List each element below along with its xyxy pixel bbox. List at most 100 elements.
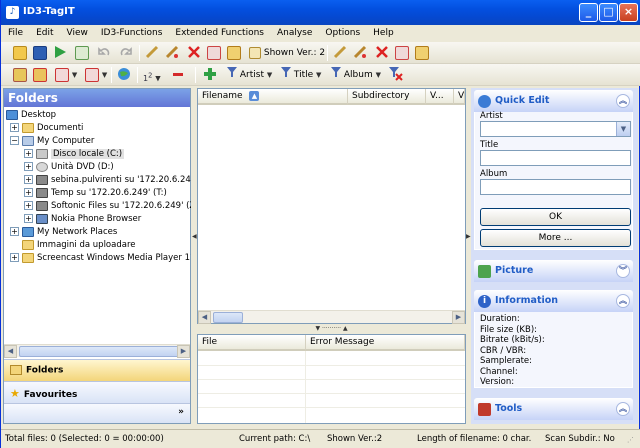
globe-icon[interactable]: [117, 67, 131, 83]
tools-icon: [478, 403, 491, 416]
tree-item-immagini[interactable]: Immagini da uploadare: [22, 239, 136, 252]
horizontal-splitter[interactable]: ▼ ·········· ▲: [197, 324, 466, 334]
tree-item-softonic-drive[interactable]: + Softonic Files su '172.20.6.249' (Z:): [24, 200, 201, 213]
column-version[interactable]: V...: [426, 89, 454, 105]
menu-help[interactable]: Help: [366, 25, 400, 42]
rename-icon[interactable]: [13, 67, 27, 83]
copy-tag-2-icon[interactable]: [395, 45, 409, 61]
sort-files-icon[interactable]: ▼: [85, 67, 107, 83]
tree-item-dvd[interactable]: + Unità DVD (D:): [24, 161, 114, 174]
column-filename[interactable]: Filename ▲: [198, 89, 348, 105]
expand-icon[interactable]: +: [24, 214, 33, 223]
undo-icon[interactable]: [97, 45, 111, 61]
album-input[interactable]: [480, 179, 631, 195]
expand-icon[interactable]: +: [24, 201, 33, 210]
open-folder-icon[interactable]: [13, 45, 27, 61]
tree-item-disco-locale[interactable]: + Disco locale (C:): [24, 148, 125, 161]
menu-id3-functions[interactable]: ID3-Functions: [94, 25, 169, 42]
redo-icon[interactable]: [119, 45, 133, 61]
edit-tag-2b-icon[interactable]: [353, 45, 367, 61]
remove-icon[interactable]: [171, 67, 185, 83]
expand-chevron-icon[interactable]: ︾: [616, 264, 630, 278]
expand-icon[interactable]: +: [24, 175, 33, 184]
scroll-right-icon[interactable]: ▶: [177, 345, 190, 358]
scroll-thumb[interactable]: [19, 346, 179, 357]
delete-tag-2-icon[interactable]: [375, 45, 389, 61]
nav-folders[interactable]: Folders: [4, 359, 190, 381]
tree-item-temp-drive[interactable]: + Temp su '172.20.6.249' (T:): [24, 187, 167, 200]
add-icon[interactable]: [203, 67, 217, 83]
column-subdirectory[interactable]: Subdirectory: [348, 89, 426, 105]
expand-icon[interactable]: +: [24, 149, 33, 158]
menu-analyse[interactable]: Analyse: [270, 25, 318, 42]
delete-tag-icon[interactable]: [187, 45, 201, 61]
menu-view[interactable]: View: [60, 25, 94, 42]
tree-item-documenti[interactable]: + Documenti: [10, 122, 83, 135]
error-list: File Error Message: [197, 334, 466, 424]
more-button[interactable]: More ...: [480, 229, 631, 247]
album-filter-button[interactable]: Album ▼: [331, 67, 381, 83]
refresh-icon[interactable]: [75, 45, 89, 61]
ok-button[interactable]: OK: [480, 208, 631, 226]
minimize-button[interactable]: _: [579, 3, 598, 22]
collapse-chevron-icon[interactable]: ︽: [616, 294, 630, 308]
expand-icon[interactable]: +: [10, 227, 19, 236]
collapse-chevron-icon[interactable]: ︽: [616, 402, 630, 416]
menu-edit[interactable]: Edit: [29, 25, 59, 42]
edit-tag-v2-icon[interactable]: [165, 45, 179, 61]
save-icon[interactable]: [33, 45, 47, 61]
title-input[interactable]: [480, 150, 631, 166]
column-file[interactable]: File: [198, 335, 306, 351]
column-extra[interactable]: V: [454, 89, 465, 105]
menu-extended-functions[interactable]: Extended Functions: [168, 25, 270, 42]
information-header[interactable]: i Information ︽: [474, 290, 633, 312]
menu-file[interactable]: File: [1, 25, 29, 42]
scroll-right-icon[interactable]: ▶: [452, 311, 465, 324]
list-horizontal-scrollbar[interactable]: ◀ ▶: [198, 310, 465, 324]
expand-icon[interactable]: +: [10, 123, 19, 132]
tree-item-network-drive-1[interactable]: + sebina.pulvirenti su '172.20.6.249\hc: [24, 174, 209, 187]
tree-item-nokia[interactable]: + Nokia Phone Browser: [24, 213, 141, 226]
play-icon[interactable]: [53, 45, 67, 61]
artist-combobox[interactable]: ▼: [480, 121, 631, 137]
nav-favourites[interactable]: ★ Favourites: [4, 381, 190, 403]
chevron-down-icon[interactable]: ▼: [616, 122, 630, 136]
app-window: ♪ ID3-TagIT _ □ × File Edit View ID3-Functi…: [0, 0, 640, 448]
nav-more-chevron-icon[interactable]: »: [4, 403, 190, 423]
collapse-icon[interactable]: −: [10, 136, 19, 145]
column-error-message[interactable]: Error Message: [306, 335, 465, 351]
copy-tag-icon[interactable]: [207, 45, 221, 61]
tools-header[interactable]: Tools ︽: [474, 398, 633, 420]
tree-item-my-computer[interactable]: − My Computer: [10, 135, 94, 148]
title-filter-button[interactable]: Title ▼: [281, 67, 321, 83]
numbering-icon[interactable]: 12 ▼: [143, 67, 161, 83]
expand-icon[interactable]: +: [10, 253, 19, 262]
clear-filter-icon[interactable]: [389, 67, 403, 83]
resize-grip-icon[interactable]: ⋰: [627, 436, 634, 444]
shown-version-button[interactable]: Shown Ver.: 2: [249, 45, 325, 61]
scroll-thumb[interactable]: [213, 312, 243, 323]
tree-item-network-places[interactable]: + My Network Places: [10, 226, 117, 239]
expand-icon[interactable]: +: [24, 188, 33, 197]
close-button[interactable]: ×: [619, 3, 638, 22]
maximize-button[interactable]: □: [599, 3, 618, 22]
scroll-left-icon[interactable]: ◀: [4, 345, 17, 358]
edit-tag-2-icon[interactable]: [333, 45, 347, 61]
quick-edit-header[interactable]: Quick Edit ︽: [474, 90, 633, 112]
artist-filter-button[interactable]: Artist ▼: [227, 67, 272, 83]
edit-tag-icon[interactable]: [145, 45, 159, 61]
scroll-left-icon[interactable]: ◀: [198, 311, 211, 324]
expand-icon[interactable]: +: [24, 162, 33, 171]
menu-options[interactable]: Options: [318, 25, 366, 42]
rename-files-icon[interactable]: [33, 67, 47, 83]
tree-horizontal-scrollbar[interactable]: ◀ ▶: [4, 344, 190, 358]
tree-item-screencast[interactable]: + Screencast Windows Media Player 11: [10, 252, 195, 265]
collapse-chevron-icon[interactable]: ︽: [616, 94, 630, 108]
transfer-tag-2-icon[interactable]: [415, 45, 429, 61]
transfer-tag-icon[interactable]: [227, 45, 241, 61]
sort-icon[interactable]: ▼: [55, 67, 77, 83]
picture-header[interactable]: Picture ︾: [474, 260, 633, 282]
task-pane: Quick Edit ︽ Artist ▼ Title Album OK Mor…: [471, 88, 638, 424]
tree-item-desktop[interactable]: Desktop: [6, 109, 56, 122]
app-icon: ♪: [6, 6, 19, 19]
